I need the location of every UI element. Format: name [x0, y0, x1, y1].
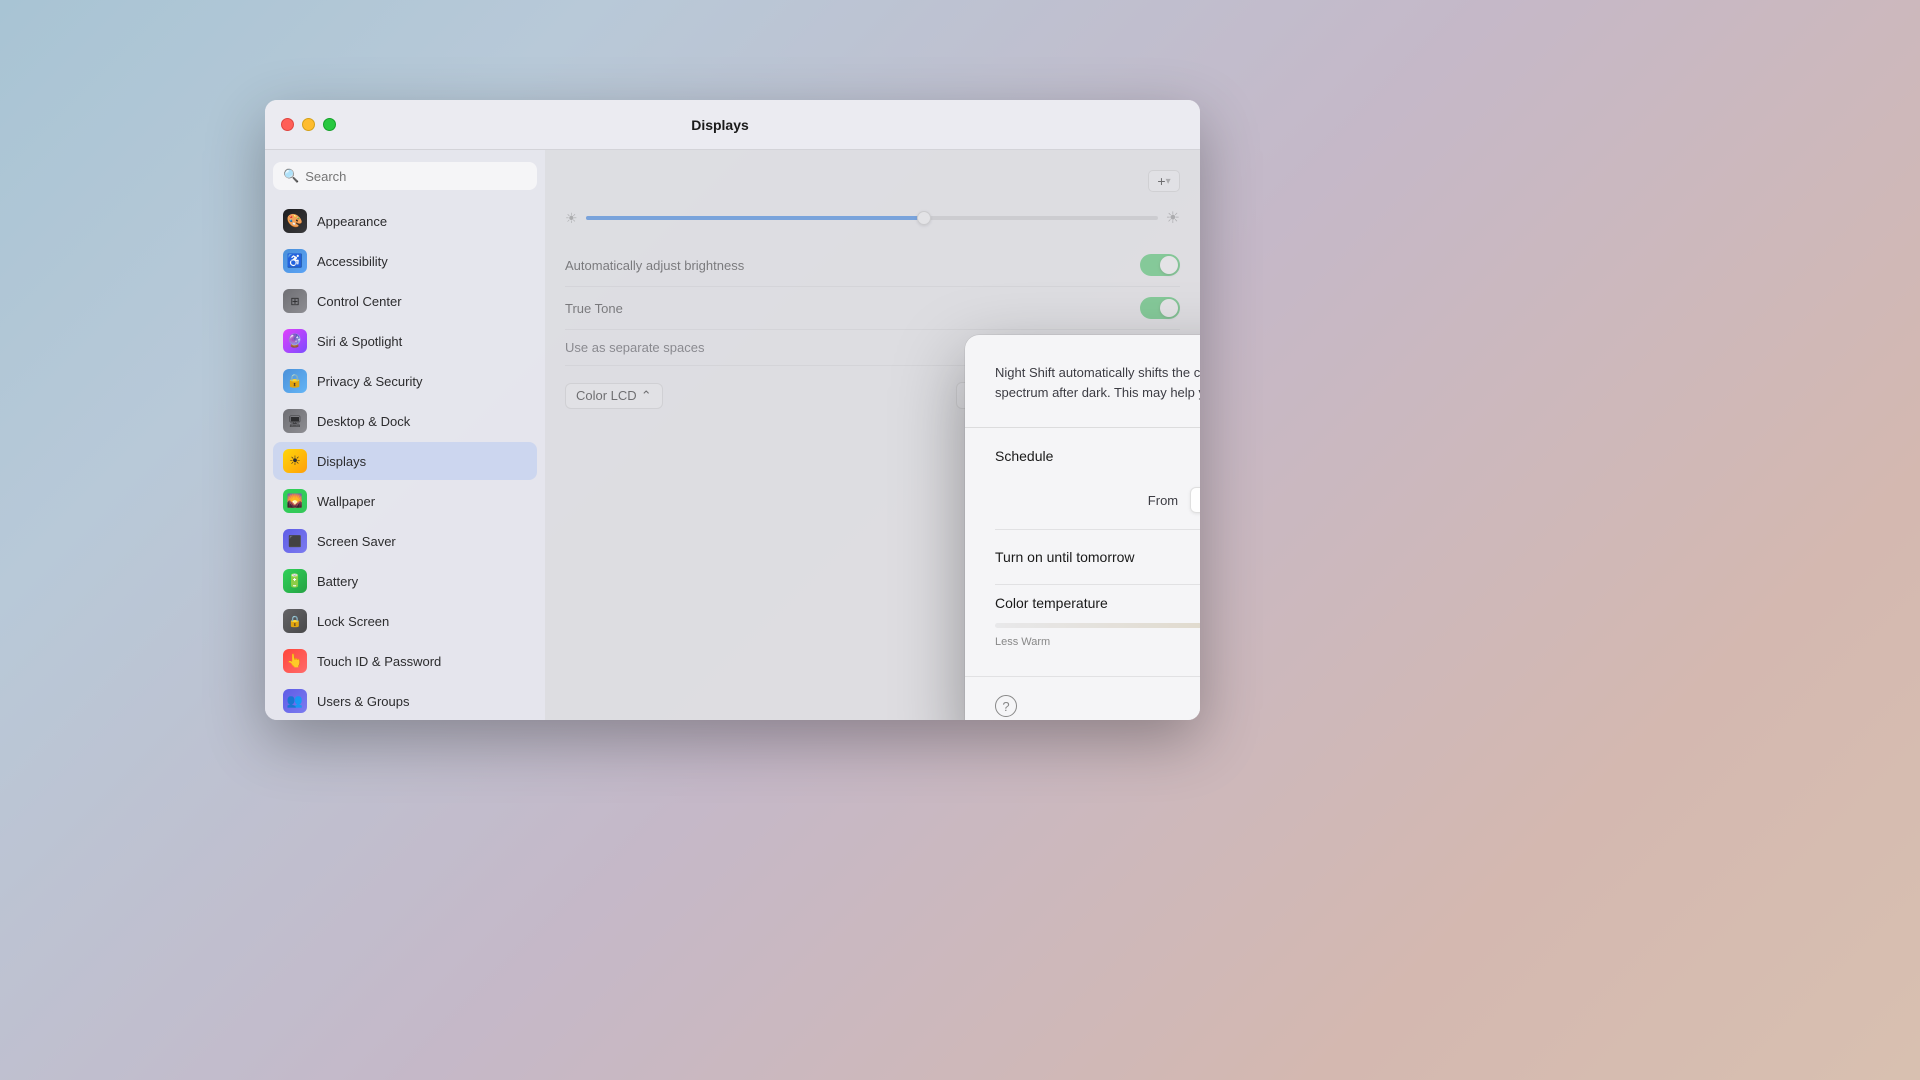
- sidebar-item-label: Wallpaper: [317, 494, 375, 509]
- from-time-value: 10:00 PM: [1199, 493, 1200, 508]
- sidebar-item-users[interactable]: 👥 Users & Groups: [273, 682, 537, 720]
- siri-icon: 🔮: [283, 329, 307, 353]
- search-icon: 🔍: [283, 168, 299, 184]
- sidebar-item-siri[interactable]: 🔮 Siri & Spotlight: [273, 322, 537, 360]
- sidebar-item-privacy[interactable]: 🔒 Privacy & Security: [273, 362, 537, 400]
- color-temp-section: Color temperature Less Warm More Warm: [995, 585, 1200, 656]
- from-label: From: [1148, 493, 1178, 508]
- modal-body: Night Shift automatically shifts the col…: [965, 335, 1200, 676]
- battery-icon: 🔋: [283, 569, 307, 593]
- wallpaper-icon: 🌄: [283, 489, 307, 513]
- color-temp-slider-container: Less Warm More Warm: [995, 623, 1200, 648]
- users-icon: 👥: [283, 689, 307, 713]
- sidebar-item-displays[interactable]: ☀ Displays: [273, 442, 537, 480]
- schedule-row: Schedule Custom ⌃: [995, 428, 1200, 479]
- desktop-icon: 🖥: [283, 409, 307, 433]
- control-center-icon: ⊞: [283, 289, 307, 313]
- sidebar-item-label: Desktop & Dock: [317, 414, 410, 429]
- touchid-icon: 👆: [283, 649, 307, 673]
- sidebar-item-label: Appearance: [317, 214, 387, 229]
- window-content: 🔍 🎨 Appearance ♿ Accessibility ⊞ Con: [265, 150, 1200, 720]
- color-temp-labels: Less Warm More Warm: [995, 636, 1200, 648]
- accessibility-icon: ♿: [283, 249, 307, 273]
- main-panel: + ▾ ☀ ☀ Automatically adjust brightness: [545, 150, 1200, 720]
- sidebar-item-control-center[interactable]: ⊞ Control Center: [273, 282, 537, 320]
- sidebar-item-lockscreen[interactable]: 🔒 Lock Screen: [273, 602, 537, 640]
- schedule-label: Schedule: [995, 448, 1053, 464]
- modal-footer: ? Done: [965, 676, 1200, 720]
- sidebar-item-label: Users & Groups: [317, 694, 409, 709]
- color-temp-label: Color temperature: [995, 595, 1200, 611]
- from-time-picker[interactable]: 10:00 PM ▲ ▼: [1190, 487, 1200, 513]
- time-row: From 10:00 PM ▲ ▼ to 7:00 AM: [995, 479, 1200, 529]
- less-warm-label: Less Warm: [995, 636, 1050, 648]
- sidebar-item-desktop[interactable]: 🖥 Desktop & Dock: [273, 402, 537, 440]
- search-input[interactable]: [305, 169, 527, 184]
- sidebar-item-label: Displays: [317, 454, 366, 469]
- sidebar-item-label: Touch ID & Password: [317, 654, 441, 669]
- night-shift-modal: Night Shift automatically shifts the col…: [965, 335, 1200, 720]
- sidebar-item-label: Siri & Spotlight: [317, 334, 402, 349]
- sidebar-item-label: Lock Screen: [317, 614, 389, 629]
- sidebar-item-label: Privacy & Security: [317, 374, 422, 389]
- sidebar-item-label: Screen Saver: [317, 534, 396, 549]
- screensaver-icon: ⬛: [283, 529, 307, 553]
- system-preferences-window: Displays 🔍 🎨 Appearance ♿ Accessibility: [265, 100, 1200, 720]
- sidebar-item-label: Control Center: [317, 294, 402, 309]
- window-title: Displays: [265, 117, 1184, 133]
- search-bar[interactable]: 🔍: [273, 162, 537, 190]
- displays-icon: ☀: [283, 449, 307, 473]
- turn-on-row: Turn on until tomorrow: [995, 530, 1200, 584]
- help-button[interactable]: ?: [995, 695, 1017, 717]
- title-bar: Displays: [265, 100, 1200, 150]
- sidebar-item-accessibility[interactable]: ♿ Accessibility: [273, 242, 537, 280]
- modal-description: Night Shift automatically shifts the col…: [995, 363, 1200, 403]
- sidebar-item-label: Accessibility: [317, 254, 388, 269]
- sidebar-item-wallpaper[interactable]: 🌄 Wallpaper: [273, 482, 537, 520]
- sidebar-item-label: Battery: [317, 574, 358, 589]
- sidebar-item-appearance[interactable]: 🎨 Appearance: [273, 202, 537, 240]
- turn-on-label: Turn on until tomorrow: [995, 549, 1135, 565]
- sidebar-item-touchid[interactable]: 👆 Touch ID & Password: [273, 642, 537, 680]
- color-temp-slider[interactable]: [995, 623, 1200, 628]
- appearance-icon: 🎨: [283, 209, 307, 233]
- privacy-icon: 🔒: [283, 369, 307, 393]
- lockscreen-icon: 🔒: [283, 609, 307, 633]
- sidebar: 🔍 🎨 Appearance ♿ Accessibility ⊞ Con: [265, 150, 545, 720]
- sidebar-item-screensaver[interactable]: ⬛ Screen Saver: [273, 522, 537, 560]
- sidebar-item-battery[interactable]: 🔋 Battery: [273, 562, 537, 600]
